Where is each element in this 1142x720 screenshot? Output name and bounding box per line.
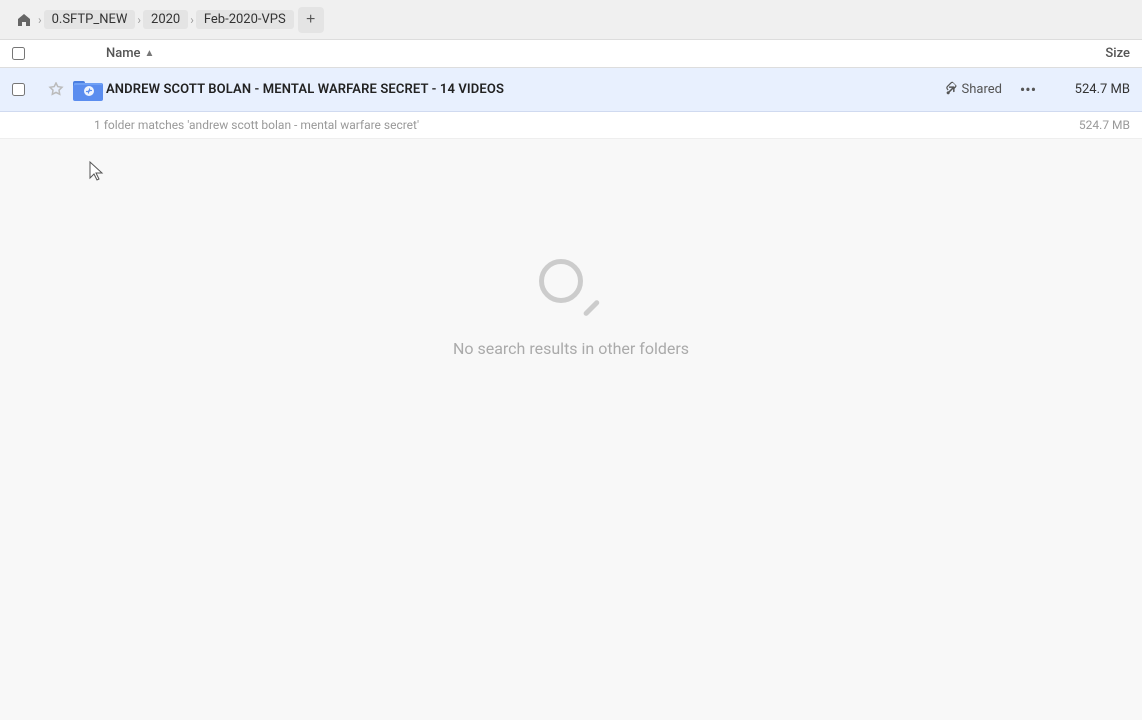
folder-icon [70,78,106,102]
name-label: Name [106,46,141,61]
sort-arrow-icon: ▲ [145,48,155,59]
separator-2: › [137,13,141,27]
match-size: 524.7 MB [1079,118,1130,132]
empty-state: No search results in other folders [0,259,1142,358]
breadcrumb-item-sftp[interactable]: 0.SFTP_NEW [44,10,136,29]
cursor-indicator [86,160,106,184]
file-size-label: 524.7 MB [1050,82,1130,97]
table-header: Name ▲ Size [0,40,1142,68]
checkbox-all[interactable] [12,47,25,60]
match-text: 1 folder matches 'andrew scott bolan - m… [94,118,419,132]
table-row[interactable]: ANDREW SCOTT BOLAN - MENTAL WARFARE SECR… [0,68,1142,112]
more-options-button[interactable]: ••• [1014,76,1042,104]
separator-3: › [190,13,194,27]
match-info-bar: 1 folder matches 'andrew scott bolan - m… [0,112,1142,139]
name-column-header[interactable]: Name ▲ [106,46,1030,61]
row-checkbox-col [12,83,42,96]
star-icon[interactable] [42,82,70,98]
main-content: Name ▲ Size [0,40,1142,358]
breadcrumb: › 0.SFTP_NEW › 2020 › Feb-2020-VPS + [12,7,324,33]
breadcrumb-item-2020[interactable]: 2020 [143,10,188,29]
shared-badge[interactable]: Shared [944,82,1002,97]
empty-search-icon [539,259,603,323]
size-column-header[interactable]: Size [1030,46,1130,61]
separator-1: › [38,13,42,27]
home-icon[interactable] [12,8,36,32]
breadcrumb-item-feb[interactable]: Feb-2020-VPS [196,10,294,29]
file-name-label: ANDREW SCOTT BOLAN - MENTAL WARFARE SECR… [106,82,944,97]
shared-label: Shared [962,82,1002,97]
select-all-checkbox[interactable] [12,47,42,60]
breadcrumb-header: › 0.SFTP_NEW › 2020 › Feb-2020-VPS + [0,0,1142,40]
add-tab-button[interactable]: + [298,7,324,33]
empty-state-text: No search results in other folders [453,339,689,358]
row-checkbox[interactable] [12,83,25,96]
